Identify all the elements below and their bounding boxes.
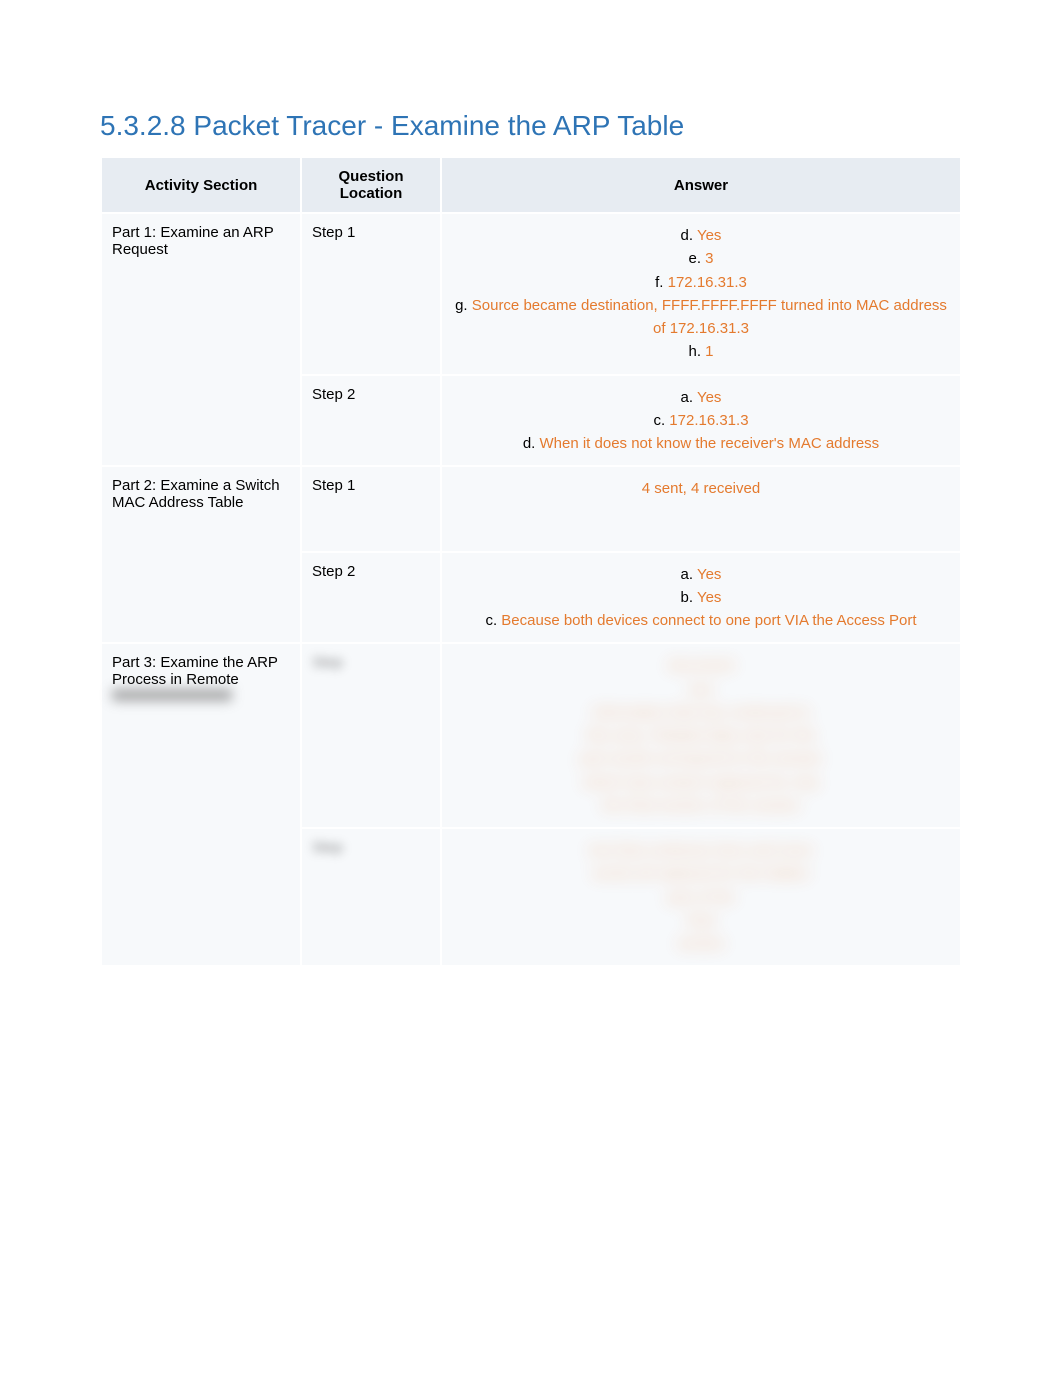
blurred-step-label: Step xyxy=(312,654,343,671)
activity-cell: Part 2: Examine a Switch MAC Address Tab… xyxy=(101,466,301,643)
answer-label: c. xyxy=(485,612,501,629)
answer-cell-blurred: text that continues here and morewords a… xyxy=(441,828,961,966)
answer-cell-blurred: documenttextinformation that has continu… xyxy=(441,643,961,828)
answer-line: d. Yes xyxy=(452,224,950,247)
answer-line: 4 sent, 4 received xyxy=(452,477,950,500)
answer-label: a. xyxy=(681,389,697,406)
blurred-content: text that continues here and morewords a… xyxy=(452,839,950,955)
header-answer: Answer xyxy=(441,157,961,213)
header-activity: Activity Section xyxy=(101,157,301,213)
answer-line: a. Yes xyxy=(452,563,950,586)
activity-cell: Part 1: Examine an ARP Request xyxy=(101,213,301,466)
answer-cell: d. Yese. 3f. 172.16.31.3g. Source became… xyxy=(441,213,961,375)
answer-label: f. xyxy=(655,274,668,291)
answer-line: d. When it does not know the receiver's … xyxy=(452,432,950,455)
answer-label: d. xyxy=(523,435,540,452)
location-cell: Step 2 xyxy=(301,375,441,467)
answer-label: c. xyxy=(653,412,669,429)
answer-text: Yes xyxy=(697,566,721,583)
answer-label: d. xyxy=(681,227,697,244)
answers-table: Activity Section Question Location Answe… xyxy=(100,156,962,967)
header-location: Question Location xyxy=(301,157,441,213)
answer-text: When it does not know the receiver's MAC… xyxy=(540,435,880,452)
table-row: Part 3: Examine the ARP Process in Remot… xyxy=(101,643,961,828)
answer-text: 1 xyxy=(705,343,713,360)
answer-line: c. Because both devices connect to one p… xyxy=(452,609,950,632)
answer-text: Source became destination, FFFF.FFFF.FFF… xyxy=(472,297,947,337)
answer-line: e. 3 xyxy=(452,247,950,270)
answer-text: 4 sent, 4 received xyxy=(642,480,760,497)
location-cell: Step 1 xyxy=(301,466,441,551)
answer-text: 172.16.31.3 xyxy=(669,412,748,429)
blurred-subtitle xyxy=(112,689,232,701)
answer-text: Because both devices connect to one port… xyxy=(501,612,916,629)
location-cell: Step 2 xyxy=(301,552,441,644)
blurred-step-label: Step xyxy=(312,839,343,856)
answer-line: c. 172.16.31.3 xyxy=(452,409,950,432)
answer-text: 3 xyxy=(705,250,713,267)
answer-line: g. Source became destination, FFFF.FFFF.… xyxy=(452,294,950,341)
location-cell: Step xyxy=(301,828,441,966)
answer-label: b. xyxy=(681,589,697,606)
table-row: Part 2: Examine a Switch MAC Address Tab… xyxy=(101,466,961,551)
answer-line: a. Yes xyxy=(452,386,950,409)
location-cell: Step xyxy=(301,643,441,828)
answer-cell: a. Yesb. Yesc. Because both devices conn… xyxy=(441,552,961,644)
answer-cell: a. Yesc. 172.16.31.3d. When it does not … xyxy=(441,375,961,467)
location-cell: Step 1 xyxy=(301,213,441,375)
answer-line: f. 172.16.31.3 xyxy=(452,271,950,294)
answer-text: Yes xyxy=(697,389,721,406)
answer-line: b. Yes xyxy=(452,586,950,609)
table-row: Part 1: Examine an ARP RequestStep 1d. Y… xyxy=(101,213,961,375)
answer-text: 172.16.31.3 xyxy=(668,274,747,291)
activity-cell: Part 3: Examine the ARP Process in Remot… xyxy=(101,643,301,966)
answer-text: Yes xyxy=(697,227,721,244)
answer-label: h. xyxy=(688,343,705,360)
answer-label: g. xyxy=(455,297,472,314)
table-body: Part 1: Examine an ARP RequestStep 1d. Y… xyxy=(101,213,961,966)
answer-text: Yes xyxy=(697,589,721,606)
page-title: 5.3.2.8 Packet Tracer - Examine the ARP … xyxy=(100,110,962,142)
blurred-content: documenttextinformation that has continu… xyxy=(452,654,950,817)
answer-cell: 4 sent, 4 received xyxy=(441,466,961,551)
answer-line: h. 1 xyxy=(452,340,950,363)
answer-label: a. xyxy=(681,566,697,583)
answer-label: e. xyxy=(688,250,705,267)
